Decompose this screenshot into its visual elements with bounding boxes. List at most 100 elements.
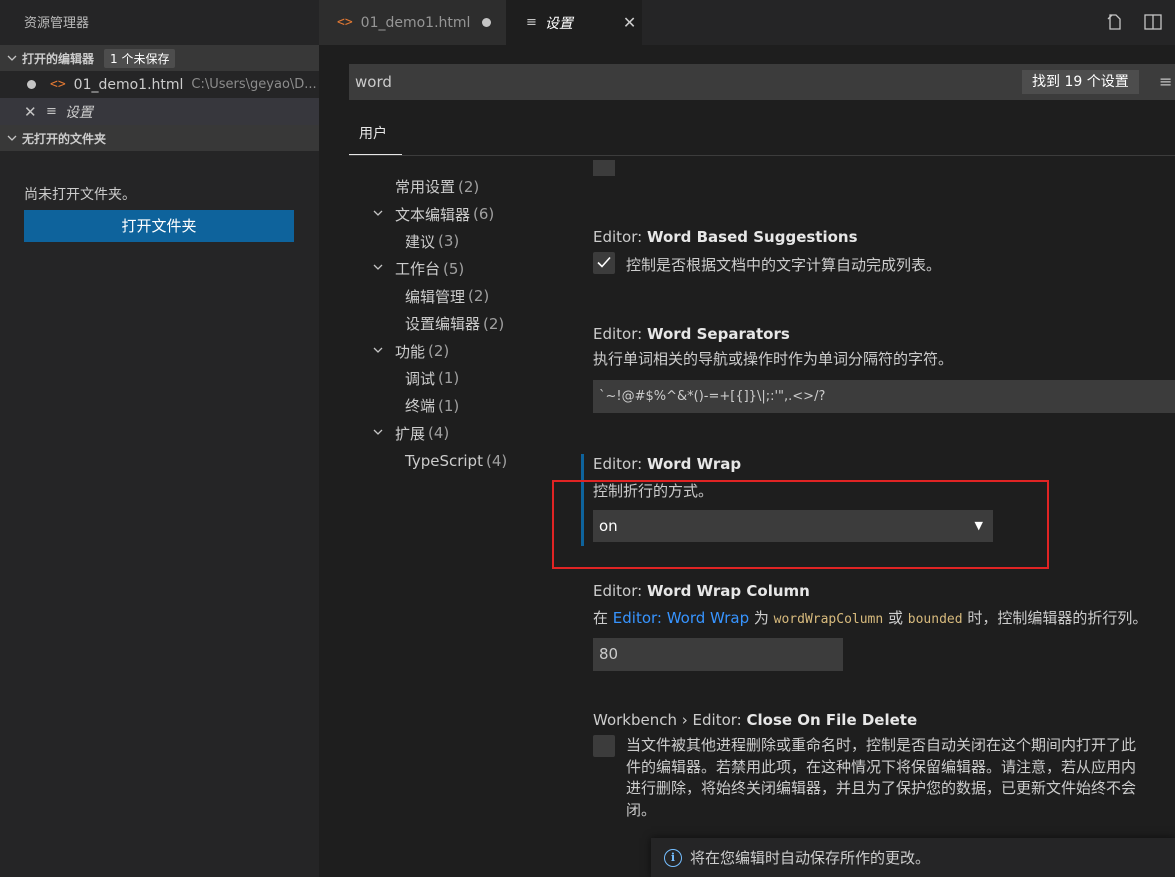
toc-label: 扩展	[395, 424, 426, 443]
setting-category: Editor:	[593, 325, 647, 343]
toc-item-debug[interactable]: 调试 (1)	[372, 365, 507, 392]
editor-actions	[1105, 12, 1175, 36]
toc-item-settings-editor[interactable]: 设置编辑器 (2)	[372, 310, 507, 337]
toc-label: 终端	[405, 397, 436, 416]
settings-toc: 常用设置 (2) 文本编辑器 (6) 建议 (3) 工作台 (5) 编辑管理 (2) 设置…	[372, 173, 507, 474]
close-icon[interactable]: ✕	[623, 13, 636, 32]
desc-text: 为	[749, 609, 774, 627]
open-editor-item-settings[interactable]: ✕ ≡ 设置	[0, 98, 319, 125]
toc-label: 常用设置	[395, 178, 456, 197]
split-editor-icon[interactable]	[1143, 12, 1163, 36]
setting-title-close-on-file-delete: Workbench › Editor: Close On File Delete	[593, 711, 917, 729]
toc-count: (2)	[483, 314, 505, 333]
toc-count: (6)	[473, 205, 495, 224]
info-icon: i	[664, 848, 682, 867]
found-count-badge: 找到 19 个设置	[1022, 70, 1139, 94]
desc-code: wordWrapColumn	[773, 612, 884, 627]
chevron-down-icon	[4, 130, 20, 146]
setting-title-word-wrap: Editor: Word Wrap	[593, 455, 741, 473]
chevron-down-icon	[372, 261, 390, 276]
unsaved-badge: 1 个未保存	[104, 48, 176, 68]
chevron-down-icon	[372, 426, 390, 441]
setting-desc: 在 Editor: Word Wrap 为 wordWrapColumn 或 b…	[593, 607, 1175, 628]
setting-desc: 执行单词相关的导航或操作时作为单词分隔符的字符。	[593, 350, 954, 368]
setting-desc: 控制是否根据文档中的文字计算自动完成列表。	[626, 256, 942, 274]
check-icon	[597, 256, 611, 268]
toc-label: 工作台	[395, 260, 441, 279]
toc-item-terminal[interactable]: 终端 (1)	[372, 392, 507, 419]
setting-name: Word Wrap Column	[646, 582, 810, 600]
tab-user-scope[interactable]: 用户	[349, 122, 402, 155]
word-separators-input[interactable]: `~!@#$%^&*()-=+[{]}\|;:'",.<>/?	[593, 380, 1175, 413]
toc-item-common[interactable]: 常用设置 (2)	[372, 173, 507, 200]
highlight-annotation-box	[552, 480, 1049, 569]
setting-name: Word Based Suggestions	[646, 228, 858, 246]
notification-toast[interactable]: i 将在您编辑时自动保存所作的更改。	[651, 838, 1175, 877]
chevron-down-icon	[372, 207, 390, 222]
open-editor-filename: 01_demo1.html	[73, 76, 184, 93]
open-editors-label: 打开的编辑器	[22, 51, 95, 66]
editor-tab-bar: <> 01_demo1.html ≡ 设置 ✕	[319, 0, 1175, 45]
word-based-suggestions-checkbox[interactable]	[593, 252, 615, 274]
toc-count: (2)	[428, 342, 450, 361]
toc-item-text-editor[interactable]: 文本编辑器 (6)	[372, 200, 507, 227]
dirty-dot-icon[interactable]	[27, 80, 36, 89]
search-value: word	[355, 73, 392, 91]
toc-item-suggest[interactable]: 建议 (3)	[372, 228, 507, 255]
filter-icon[interactable]: ≡	[1159, 72, 1172, 91]
toc-count: (1)	[438, 396, 460, 415]
close-icon[interactable]: ✕	[24, 103, 37, 121]
setting-category: Workbench › Editor:	[593, 711, 747, 729]
chevron-down-icon	[4, 50, 20, 66]
no-folder-header[interactable]: 无打开的文件夹	[0, 125, 319, 151]
open-editors-header[interactable]: 打开的编辑器 1 个未保存	[0, 45, 319, 71]
desc-line: 进行删除，将始终关闭编辑器，并且为了保护您的数据，已更新文件始终不会	[626, 779, 1137, 797]
html-file-icon: <>	[50, 77, 66, 92]
notification-text: 将在您编辑时自动保存所作的更改。	[690, 849, 931, 867]
partial-checkbox[interactable]	[593, 160, 615, 176]
desc-text: 在	[593, 609, 613, 627]
toc-count: (2)	[468, 287, 490, 306]
setting-category: Editor:	[593, 455, 647, 473]
setting-name: Word Separators	[646, 325, 790, 343]
setting-category: Editor:	[593, 582, 647, 600]
open-settings-json-icon[interactable]	[1105, 12, 1125, 36]
tab-settings[interactable]: ≡ 设置 ✕	[506, 0, 642, 45]
no-folder-label: 无打开的文件夹	[22, 131, 107, 146]
setting-title-word-based-suggestions: Editor: Word Based Suggestions	[593, 228, 858, 246]
setting-title-word-wrap-column: Editor: Word Wrap Column	[593, 582, 810, 600]
setting-name: Close On File Delete	[746, 711, 918, 729]
toc-count: (4)	[428, 424, 450, 443]
tab-label: 01_demo1.html	[360, 14, 471, 31]
tab-label: 设置	[544, 15, 573, 32]
toc-item-editor-management[interactable]: 编辑管理 (2)	[372, 283, 507, 310]
toc-count: (5)	[443, 259, 465, 278]
open-folder-button[interactable]: 打开文件夹	[24, 210, 294, 242]
toc-label: 编辑管理	[405, 287, 466, 306]
open-editor-item-demo1[interactable]: <> 01_demo1.html C:\Users\geyao\D...	[0, 71, 319, 98]
settings-lines-icon: ≡	[526, 15, 537, 30]
toc-label: TypeScript	[405, 451, 483, 470]
toc-label: 建议	[405, 232, 436, 251]
tab-demo1-html[interactable]: <> 01_demo1.html	[319, 0, 506, 45]
desc-line: 件的编辑器。若禁用此项，在这种情况下将保留编辑器。请注意，若从应用内	[626, 757, 1137, 776]
desc-line: 当文件被其他进程删除或重命名时，控制是否自动关闭在这个期间内打开了此	[626, 736, 1137, 754]
desc-text: 或	[883, 609, 908, 627]
close-on-file-delete-checkbox[interactable]	[593, 735, 615, 757]
toc-label: 文本编辑器	[395, 205, 471, 224]
toc-item-extensions[interactable]: 扩展 (4)	[372, 420, 507, 447]
html-file-icon: <>	[337, 15, 353, 30]
toc-item-typescript[interactable]: TypeScript (4)	[372, 447, 507, 474]
no-folder-message: 尚未打开文件夹。	[24, 187, 136, 203]
scope-divider	[349, 155, 1175, 156]
dirty-dot-icon[interactable]	[482, 18, 492, 27]
setting-desc-multiline: 当文件被其他进程删除或重命名时，控制是否自动关闭在这个期间内打开了此 件的编辑器…	[626, 735, 1175, 821]
toc-count: (4)	[485, 451, 508, 470]
toc-item-features[interactable]: 功能 (2)	[372, 337, 507, 364]
setting-name: Word Wrap	[646, 455, 742, 473]
toc-item-workbench[interactable]: 工作台 (5)	[372, 255, 507, 282]
open-editor-filename: 设置	[64, 104, 93, 121]
word-wrap-column-input[interactable]: 80	[593, 638, 843, 671]
setting-link[interactable]: Editor: Word Wrap	[613, 609, 749, 627]
settings-search-input[interactable]: word 找到 19 个设置 ≡	[349, 64, 1175, 100]
